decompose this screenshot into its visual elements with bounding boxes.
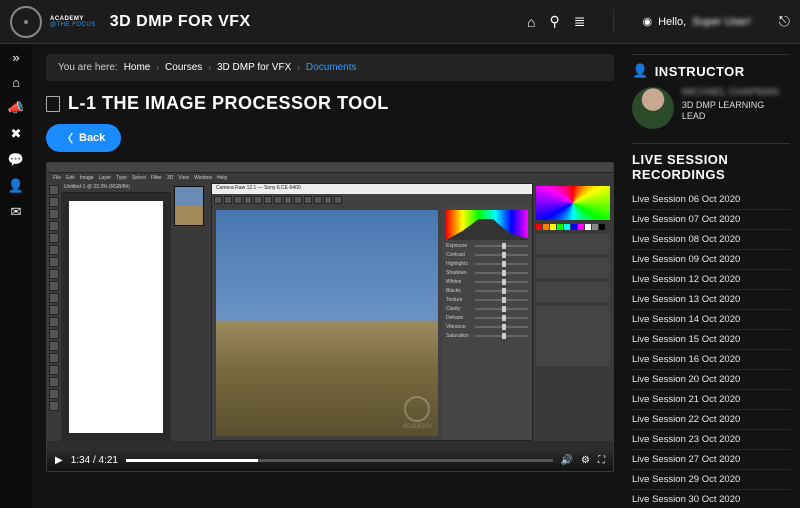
ps-window-chrome [47, 163, 613, 173]
swatches [536, 224, 610, 230]
recording-link[interactable]: Live Session 27 Oct 2020 [632, 450, 790, 470]
sidenav-announce-icon[interactable]: 📣 [8, 100, 24, 116]
volume-icon[interactable]: 🔊 [561, 455, 573, 466]
ps-panels [533, 183, 613, 441]
avatar [632, 87, 674, 129]
top-bar: ACADEMY @THE FOCUS 3D DMP FOR VFX ⌂ ⚲ ≣ … [0, 0, 800, 44]
instructor-heading: 👤 INSTRUCTOR [632, 54, 790, 79]
sidenav-profile-icon[interactable]: 👤 [8, 178, 24, 194]
user-icon: ◉ [642, 15, 652, 28]
sidenav-chat-icon[interactable]: 💬 [8, 152, 24, 168]
chevron-left-icon: 〈 [62, 130, 73, 146]
recording-link[interactable]: Live Session 30 Oct 2020 [632, 490, 790, 508]
color-picker [536, 186, 610, 220]
ps-menubar: FileEditImageLayerTypeSelectFilter3DView… [47, 173, 613, 183]
person-icon: 👤 [632, 63, 649, 79]
recording-link[interactable]: Live Session 07 Oct 2020 [632, 210, 790, 230]
brand-logo[interactable] [10, 6, 42, 38]
recording-link[interactable]: Live Session 20 Oct 2020 [632, 370, 790, 390]
breadcrumb-course[interactable]: 3D DMP for VFX [217, 62, 291, 73]
ps-toolbar [47, 183, 61, 441]
video-progress[interactable] [126, 459, 553, 462]
recording-link[interactable]: Live Session 23 Oct 2020 [632, 430, 790, 450]
recording-link[interactable]: Live Session 13 Oct 2020 [632, 290, 790, 310]
recordings-list: Live Session 06 Oct 2020 Live Session 07… [632, 190, 790, 508]
breadcrumb: You are here: Home› Courses› 3D DMP for … [46, 54, 614, 81]
recording-link[interactable]: Live Session 21 Oct 2020 [632, 390, 790, 410]
acr-basic-panel: Exposure Contrast Highlights Shadows Whi… [442, 206, 532, 440]
sidenav-tools-icon[interactable]: ✖ [11, 126, 22, 142]
histogram [446, 210, 528, 240]
recording-link[interactable]: Live Session 22 Oct 2020 [632, 410, 790, 430]
instructor-role: 3D DMP LEARNING LEAD [682, 100, 790, 122]
sidenav-toggle-icon[interactable]: » [12, 50, 19, 65]
course-title: 3D DMP FOR VFX [110, 13, 251, 31]
back-button[interactable]: 〈 Back [46, 124, 121, 152]
logout-icon[interactable]: ⎋ [779, 13, 790, 30]
instructor-name: MICHAEL CHAPMAN [682, 87, 790, 98]
recording-link[interactable]: Live Session 09 Oct 2020 [632, 250, 790, 270]
document-icon [46, 96, 60, 112]
instructor-card[interactable]: MICHAEL CHAPMAN 3D DMP LEARNING LEAD [632, 87, 790, 129]
separator [613, 10, 614, 34]
sidenav-mail-icon[interactable]: ✉ [11, 204, 22, 220]
play-icon[interactable]: ▶ [55, 455, 63, 466]
recording-link[interactable]: Live Session 06 Oct 2020 [632, 190, 790, 210]
courses-icon[interactable]: ⚲ [549, 13, 559, 30]
ps-canvas: Untitled-1 @ 33.3% (RGB/8#) [61, 183, 171, 441]
list-icon[interactable]: ≣ [574, 13, 586, 30]
breadcrumb-home[interactable]: Home [124, 62, 151, 73]
recording-link[interactable]: Live Session 16 Oct 2020 [632, 350, 790, 370]
recording-link[interactable]: Live Session 12 Oct 2020 [632, 270, 790, 290]
brand-text: ACADEMY @THE FOCUS [50, 16, 96, 28]
camera-raw-dialog: Camera Raw 12.1 — Sony ILCE-6400 ACADEMY… [211, 183, 533, 441]
side-nav: » ⌂ 📣 ✖ 💬 👤 ✉ [0, 44, 32, 508]
home-icon[interactable]: ⌂ [527, 14, 535, 30]
video-time: 1:34 / 4:21 [71, 455, 118, 466]
watermark: ACADEMY [402, 396, 432, 430]
settings-icon[interactable]: ⚙ [581, 455, 590, 466]
recordings-heading: LIVE SESSION RECORDINGS [632, 143, 790, 182]
video-controls: ▶ 1:34 / 4:21 🔊 ⚙ ⛶ [47, 449, 613, 471]
fullscreen-icon[interactable]: ⛶ [598, 455, 605, 466]
ps-filmstrip [171, 183, 211, 441]
recording-link[interactable]: Live Session 29 Oct 2020 [632, 470, 790, 490]
page-title: L-1 THE IMAGE PROCESSOR TOOL [68, 93, 389, 114]
recording-link[interactable]: Live Session 14 Oct 2020 [632, 310, 790, 330]
video-player[interactable]: FileEditImageLayerTypeSelectFilter3DView… [46, 162, 614, 472]
breadcrumb-courses[interactable]: Courses [165, 62, 202, 73]
sidenav-home-icon[interactable]: ⌂ [12, 75, 20, 90]
recording-link[interactable]: Live Session 15 Oct 2020 [632, 330, 790, 350]
breadcrumb-current[interactable]: Documents [306, 62, 357, 73]
recording-link[interactable]: Live Session 08 Oct 2020 [632, 230, 790, 250]
greeting[interactable]: ◉ Hello, Super User! [642, 15, 750, 28]
